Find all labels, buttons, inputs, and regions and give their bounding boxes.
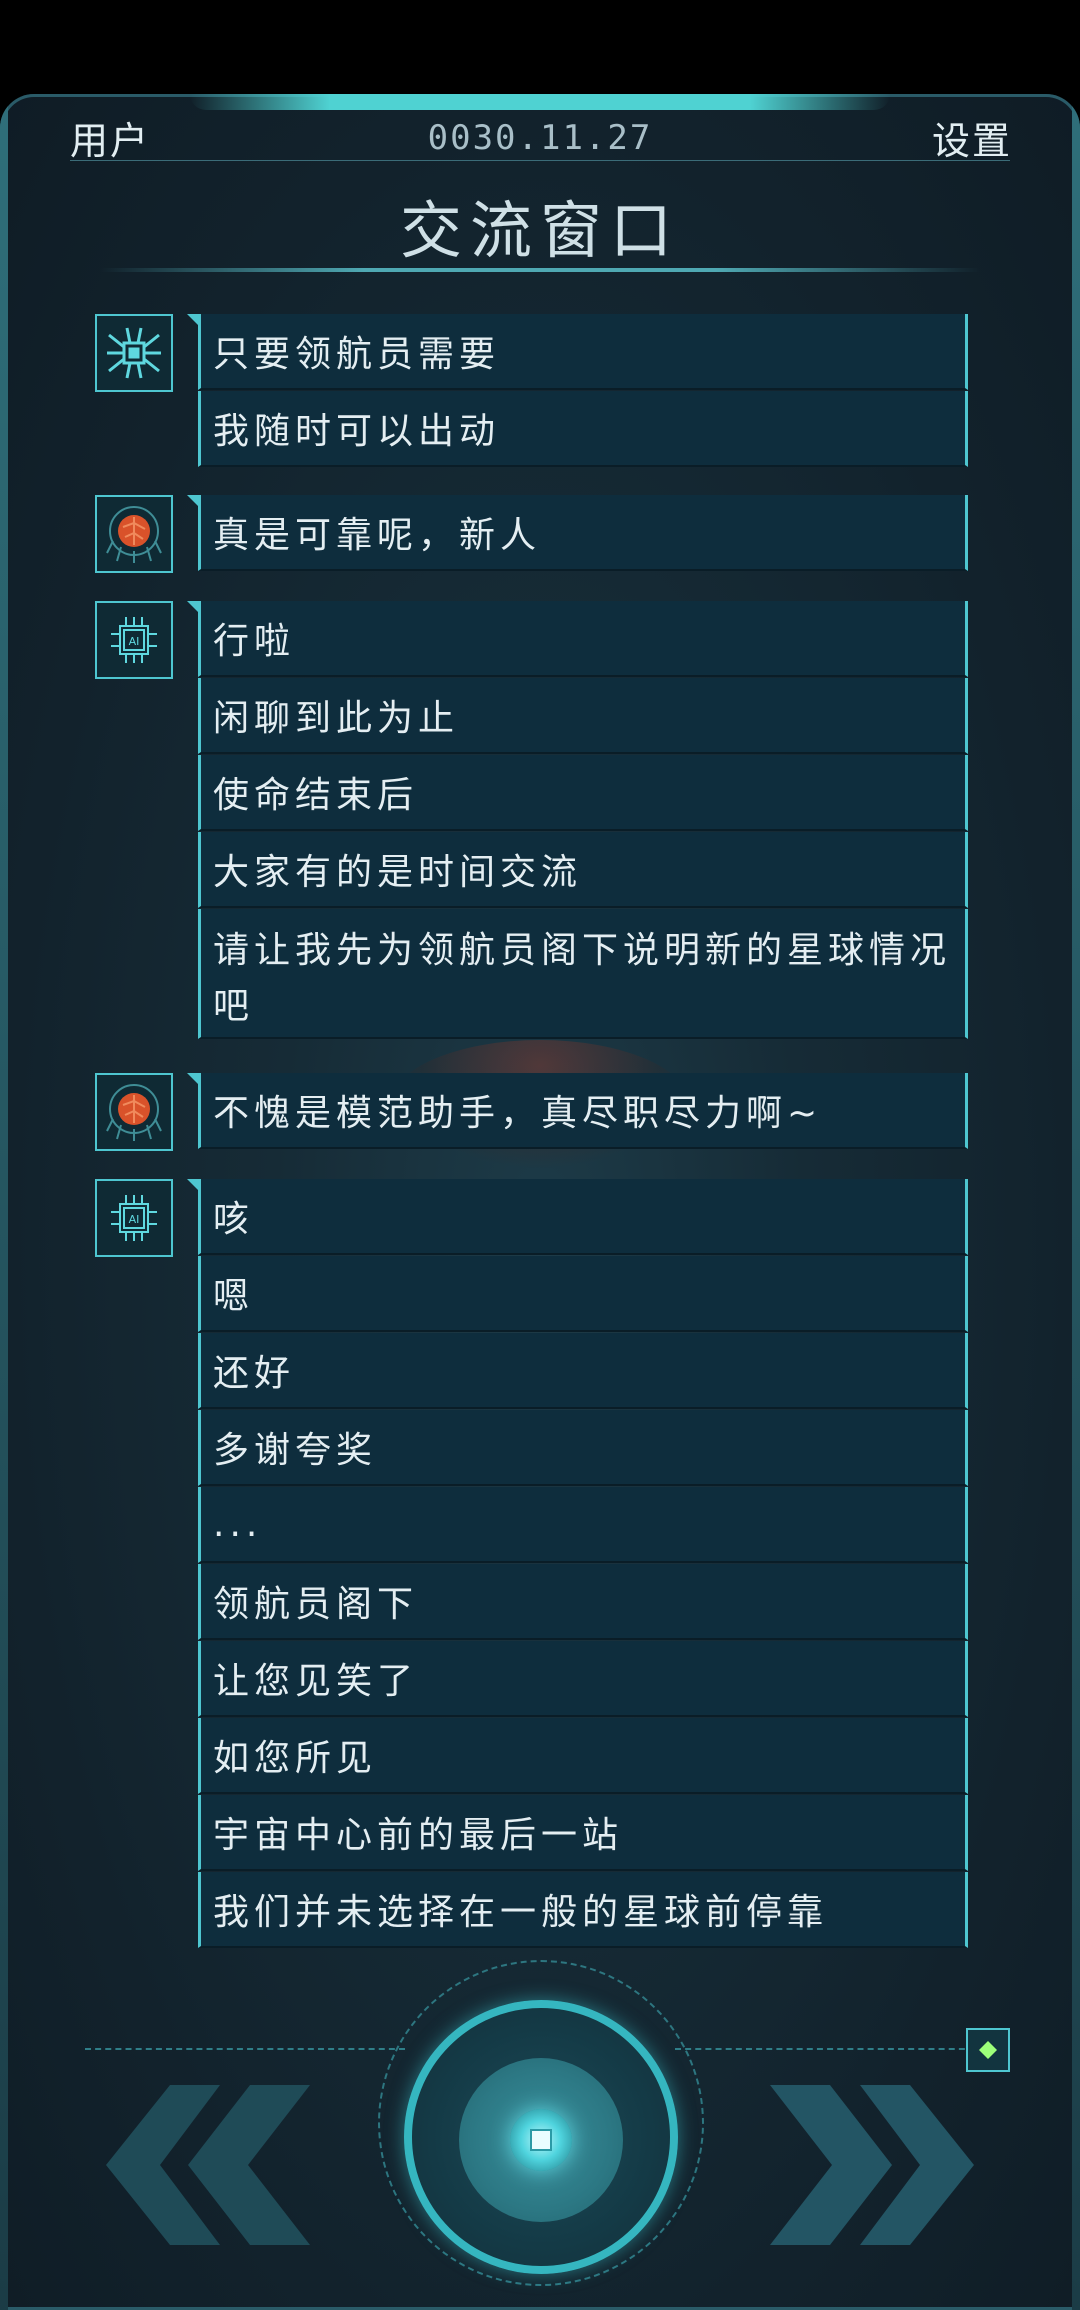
message-bubble: 真是可靠呢，新人 — [187, 495, 968, 571]
message-text: 让您见笑了 — [213, 1661, 419, 1702]
message-text: 不愧是模范助手，真尽职尽力啊~ — [213, 1093, 823, 1134]
message-text: 只要领航员需要 — [213, 334, 501, 375]
page-title: 交流窗口 — [399, 194, 680, 267]
message-bubble: 领航员阁下 — [198, 1564, 968, 1640]
message-bubble: 嗯 — [198, 1256, 968, 1332]
message-text: 宇宙中心前的最后一站 — [213, 1815, 624, 1856]
message-bubble: 咳 — [187, 1179, 968, 1255]
message-text: 大家有的是时间交流 — [213, 852, 583, 893]
message-bubble: 只要领航员需要 — [187, 314, 968, 390]
svg-text:AI: AI — [129, 1213, 140, 1226]
message-text: 我们并未选择在一般的星球前停靠 — [213, 1892, 829, 1933]
control-divider-left — [85, 2048, 405, 2050]
message-text: 行啦 — [213, 621, 296, 662]
ai-chip-icon: AI — [95, 1179, 173, 1257]
play-core-square — [530, 2129, 552, 2151]
message-text: 使命结束后 — [213, 775, 419, 816]
message-text: 请让我先为领航员阁下说明新的星球情况吧 — [213, 930, 952, 1027]
message-bubble: 我们并未选择在一般的星球前停靠 — [198, 1872, 968, 1948]
robot-spider-icon — [95, 314, 173, 392]
svg-text:AI: AI — [129, 635, 140, 648]
message-bubble: 还好 — [198, 1333, 968, 1409]
settings-button[interactable]: 设置 — [932, 110, 1012, 165]
header-divider — [70, 160, 1010, 161]
frame-edge-left — [0, 94, 8, 2310]
top-glow-bar — [190, 94, 890, 110]
message-text: 嗯 — [213, 1276, 255, 1317]
circle-play-icon — [510, 2109, 572, 2171]
message-text: 如您所见 — [213, 1738, 378, 1779]
message-text: 我随时可以出动 — [213, 411, 501, 452]
orange-brain-icon — [95, 1073, 173, 1151]
message-bubble: 闲聊到此为止 — [198, 678, 968, 754]
message-bubble: 行啦 — [187, 601, 968, 677]
orange-brain-icon — [95, 495, 173, 573]
message-text: 咳 — [213, 1199, 255, 1240]
auto-play-button[interactable] — [966, 2028, 1010, 2072]
message-bubble: 多谢夸奖 — [198, 1410, 968, 1486]
title-underline — [100, 268, 980, 272]
double-chevron-left-icon — [106, 2085, 310, 2245]
message-bubble: 大家有的是时间交流 — [198, 832, 968, 908]
control-divider-right — [675, 2048, 975, 2050]
fast-forward-button[interactable] — [760, 2085, 980, 2245]
rewind-button[interactable] — [100, 2085, 320, 2245]
message-bubble: 不愧是模范助手，真尽职尽力啊~ — [187, 1073, 968, 1149]
message-bubble: 请让我先为领航员阁下说明新的星球情况吧 — [198, 909, 968, 1039]
message-bubble: 宇宙中心前的最后一站 — [198, 1795, 968, 1871]
message-text: 真是可靠呢，新人 — [213, 515, 542, 556]
message-bubble: ... — [198, 1487, 968, 1563]
message-text: ... — [213, 1503, 263, 1545]
double-chevron-right-icon — [770, 2085, 974, 2245]
message-bubble: 如您所见 — [198, 1718, 968, 1794]
message-text: 领航员阁下 — [213, 1584, 419, 1625]
message-text: 多谢夸奖 — [213, 1430, 378, 1471]
message-bubble: 使命结束后 — [198, 755, 968, 831]
message-bubble: 我随时可以出动 — [198, 391, 968, 467]
diamond-icon — [979, 2041, 997, 2059]
message-text: 还好 — [213, 1353, 296, 1394]
message-bubble: 让您见笑了 — [198, 1641, 968, 1717]
date-display: 0030.11.27 — [427, 118, 653, 158]
message-text: 闲聊到此为止 — [213, 698, 460, 739]
ai-chip-icon: AI — [95, 601, 173, 679]
frame-edge-right — [1072, 94, 1080, 2310]
